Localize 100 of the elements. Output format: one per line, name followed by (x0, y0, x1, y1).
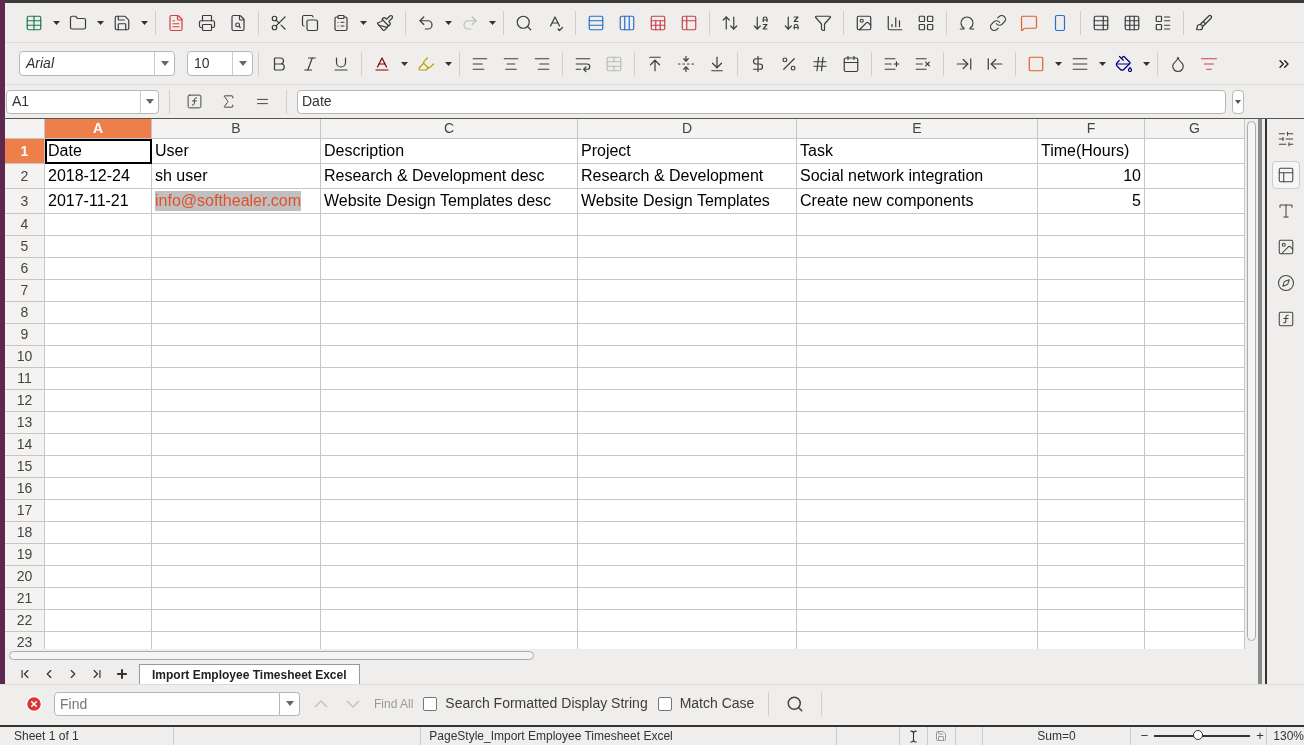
row-header[interactable]: 3 (5, 189, 45, 214)
empty-cell[interactable] (797, 302, 1038, 324)
empty-cell[interactable] (578, 456, 797, 478)
checkbox[interactable] (423, 696, 438, 711)
empty-cell[interactable] (1038, 346, 1145, 368)
zoom-slider-thumb[interactable] (1192, 730, 1203, 740)
empty-cell[interactable] (797, 522, 1038, 544)
row-header[interactable]: 2 (5, 164, 45, 189)
empty-cell[interactable] (152, 390, 321, 412)
empty-cell[interactable] (578, 544, 797, 566)
empty-cell[interactable] (321, 258, 578, 280)
empty-cell[interactable] (152, 522, 321, 544)
empty-cell[interactable] (1145, 214, 1245, 236)
empty-cell[interactable] (797, 434, 1038, 456)
empty-cell[interactable] (152, 214, 321, 236)
empty-cell[interactable] (1145, 544, 1245, 566)
empty-cell[interactable] (152, 258, 321, 280)
empty-cell[interactable] (1145, 588, 1245, 610)
empty-cell[interactable] (321, 478, 578, 500)
empty-cell[interactable] (1145, 610, 1245, 632)
find-field[interactable]: Find (54, 691, 280, 716)
close-find-bar-button[interactable] (24, 693, 44, 714)
empty-cell[interactable] (321, 566, 578, 588)
row-header[interactable]: 15 (5, 456, 45, 478)
empty-cell[interactable] (321, 588, 578, 610)
row-header[interactable]: 4 (5, 214, 45, 236)
empty-cell[interactable] (1145, 164, 1245, 189)
empty-cell[interactable] (797, 500, 1038, 522)
empty-cell[interactable] (321, 522, 578, 544)
empty-cell[interactable] (797, 390, 1038, 412)
empty-cell[interactable] (578, 280, 797, 302)
empty-cell[interactable] (152, 412, 321, 434)
row-header[interactable]: 21 (5, 588, 45, 610)
empty-cell[interactable] (321, 368, 578, 390)
empty-cell[interactable] (578, 258, 797, 280)
empty-cell[interactable] (321, 214, 578, 236)
row-header[interactable]: 22 (5, 610, 45, 632)
empty-cell[interactable] (321, 324, 578, 346)
empty-cell[interactable] (1038, 456, 1145, 478)
zoom-in-button[interactable]: + (1256, 726, 1264, 745)
empty-cell[interactable] (1145, 280, 1245, 302)
row-header[interactable]: 20 (5, 566, 45, 588)
empty-cell[interactable] (152, 324, 321, 346)
row-header[interactable]: 23 (5, 632, 45, 649)
empty-cell[interactable] (1038, 258, 1145, 280)
font-size-box[interactable]: 10 (187, 51, 253, 76)
empty-cell[interactable] (152, 478, 321, 500)
empty-cell[interactable] (797, 544, 1038, 566)
empty-cell[interactable] (1038, 236, 1145, 258)
empty-cell[interactable] (321, 500, 578, 522)
vertical-scrollbar[interactable] (1247, 121, 1256, 641)
empty-cell[interactable] (1038, 566, 1145, 588)
empty-cell[interactable] (1038, 302, 1145, 324)
empty-cell[interactable] (797, 412, 1038, 434)
row-header[interactable]: 11 (5, 368, 45, 390)
empty-cell[interactable] (321, 434, 578, 456)
row-header[interactable]: 10 (5, 346, 45, 368)
empty-cell[interactable] (1038, 500, 1145, 522)
empty-cell[interactable] (321, 302, 578, 324)
row-header[interactable]: 6 (5, 258, 45, 280)
empty-cell[interactable] (578, 324, 797, 346)
formula-input[interactable]: Date (297, 89, 1226, 114)
empty-cell[interactable] (1038, 544, 1145, 566)
empty-cell[interactable] (797, 588, 1038, 610)
row-header[interactable]: 16 (5, 478, 45, 500)
empty-cell[interactable] (1145, 390, 1245, 412)
empty-cell[interactable] (1145, 500, 1245, 522)
empty-cell[interactable] (1038, 214, 1145, 236)
empty-cell[interactable] (797, 610, 1038, 632)
empty-cell[interactable] (1145, 258, 1245, 280)
empty-cell[interactable] (1038, 324, 1145, 346)
empty-cell[interactable] (1038, 390, 1145, 412)
empty-cell[interactable] (321, 390, 578, 412)
empty-cell[interactable] (797, 214, 1038, 236)
empty-cell[interactable] (578, 390, 797, 412)
select-all-corner[interactable] (5, 119, 45, 139)
styles-button[interactable] (1271, 161, 1300, 189)
row-header[interactable]: 17 (5, 500, 45, 522)
empty-cell[interactable] (1145, 566, 1245, 588)
empty-cell[interactable] (797, 280, 1038, 302)
empty-cell[interactable] (578, 214, 797, 236)
row-header[interactable]: 7 (5, 280, 45, 302)
empty-cell[interactable] (797, 566, 1038, 588)
font-name-box[interactable]: Arial (19, 51, 175, 76)
zoom-out-button[interactable]: − (1140, 726, 1149, 745)
empty-cell[interactable] (797, 236, 1038, 258)
empty-cell[interactable] (152, 302, 321, 324)
empty-cell[interactable] (152, 566, 321, 588)
name-box[interactable]: A1 (6, 89, 159, 114)
empty-cell[interactable] (1145, 522, 1245, 544)
empty-cell[interactable] (797, 478, 1038, 500)
empty-cell[interactable] (321, 412, 578, 434)
find-history-button[interactable] (280, 691, 300, 716)
empty-cell[interactable] (1038, 588, 1145, 610)
empty-cell[interactable] (578, 478, 797, 500)
empty-cell[interactable] (321, 280, 578, 302)
empty-cell[interactable] (1145, 302, 1245, 324)
empty-cell[interactable] (152, 236, 321, 258)
empty-cell[interactable] (1145, 189, 1245, 214)
empty-cell[interactable] (321, 544, 578, 566)
